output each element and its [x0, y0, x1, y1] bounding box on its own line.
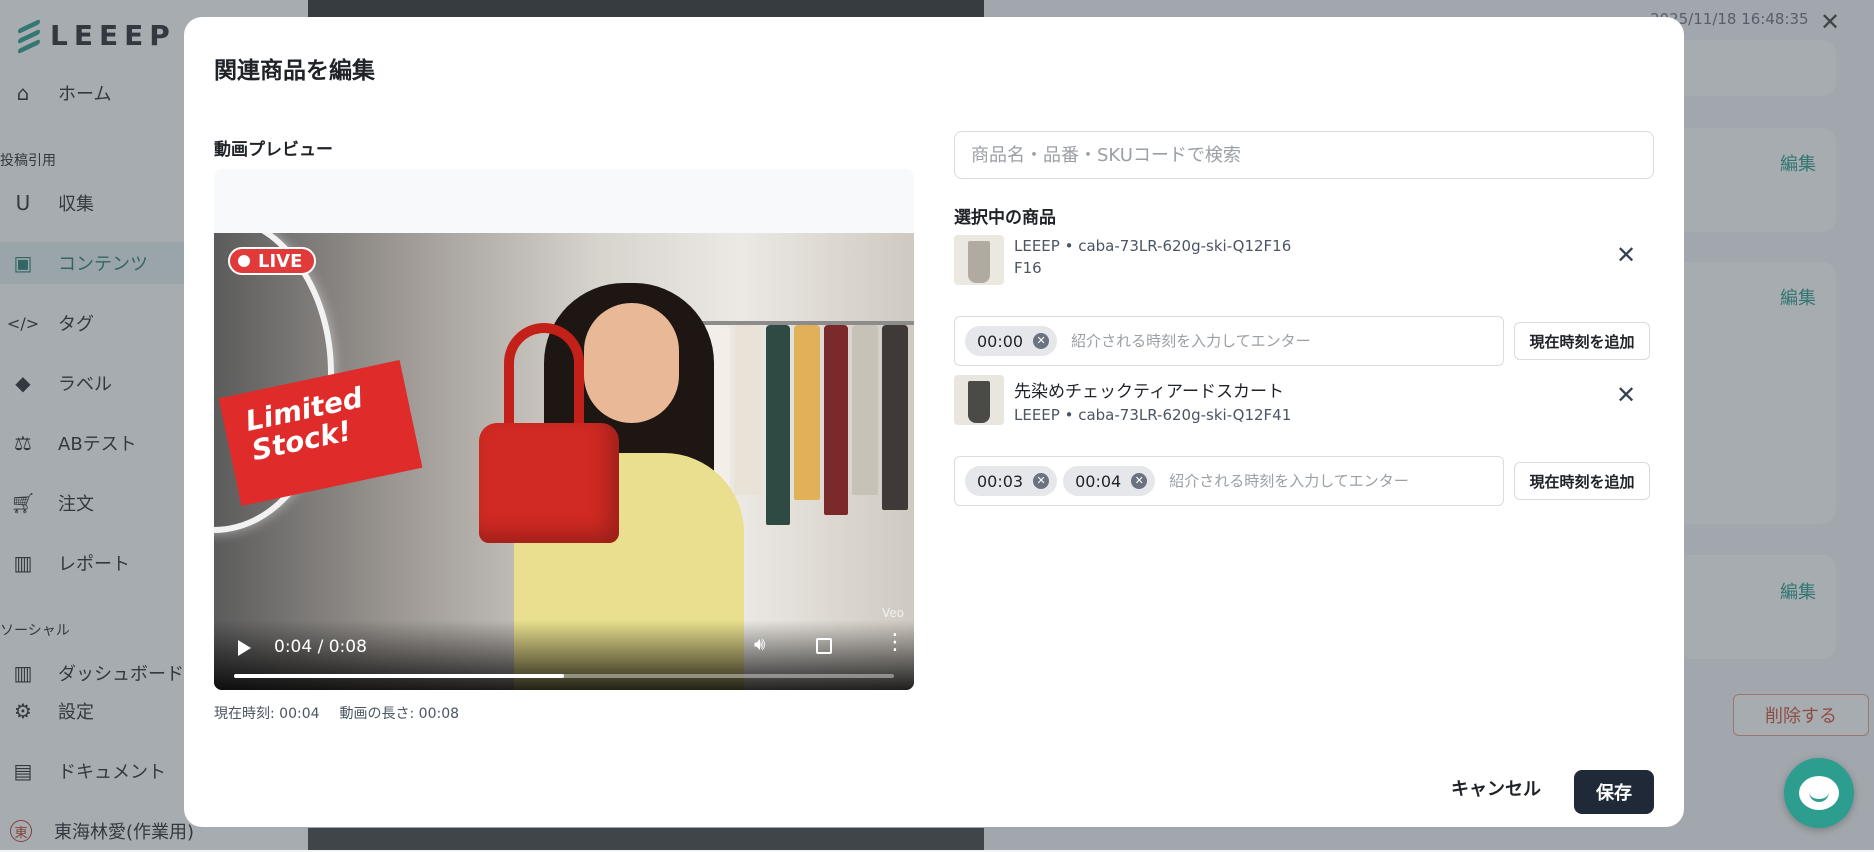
add-current-time-button[interactable]: 現在時刻を追加	[1514, 462, 1650, 500]
more-options-icon[interactable]: ⋮	[884, 632, 906, 654]
product-variant: F16	[1014, 259, 1291, 277]
chat-icon	[1799, 776, 1839, 810]
chat-button[interactable]	[1784, 758, 1854, 828]
product-thumbnail	[954, 235, 1004, 285]
cancel-button[interactable]: キャンセル	[1446, 766, 1546, 810]
player-time: 0:04 / 0:08	[274, 637, 367, 657]
live-label: LIVE	[258, 251, 302, 272]
remove-chip-close-icon[interactable]: ✕	[1033, 473, 1049, 489]
timestamp-input-box[interactable]: 00:00 ✕	[954, 316, 1504, 366]
timestamp-input-box[interactable]: 00:03 ✕ 00:04 ✕	[954, 456, 1504, 506]
video-preview: LIVE Limited Stock! Veo 0:04 / 0:08 🔊︎ ⋮	[214, 169, 914, 690]
timestamp-input[interactable]	[1071, 332, 1493, 350]
remove-product-close-icon[interactable]: ✕	[1616, 381, 1636, 409]
remove-chip-close-icon[interactable]: ✕	[1033, 333, 1049, 349]
watermark: Veo	[882, 606, 904, 620]
chip-label: 00:04	[1075, 472, 1121, 491]
fullscreen-icon[interactable]	[816, 638, 832, 654]
progress-bar[interactable]	[234, 674, 894, 678]
play-icon[interactable]	[238, 640, 251, 656]
duration-label: 動画の長さ: 00:08	[340, 703, 460, 723]
remove-product-close-icon[interactable]: ✕	[1616, 241, 1636, 269]
live-badge: LIVE	[228, 247, 316, 275]
selected-products-label: 選択中の商品	[954, 203, 1056, 228]
video-meta: 現在時刻: 00:04 動画の長さ: 00:08	[214, 703, 459, 723]
add-current-time-button[interactable]: 現在時刻を追加	[1514, 322, 1650, 360]
product-name: 先染めチェックティアードスカート	[1014, 377, 1291, 402]
timestamp-chip: 00:03 ✕	[965, 466, 1057, 496]
chip-label: 00:03	[977, 472, 1023, 491]
edit-related-products-modal: 関連商品を編集 動画プレビュー LIVE	[184, 17, 1684, 827]
video-preview-label: 動画プレビュー	[214, 135, 333, 160]
timestamp-chip: 00:04 ✕	[1063, 466, 1155, 496]
live-dot-icon	[238, 255, 250, 267]
product-thumbnail	[954, 375, 1004, 425]
progress-fill	[234, 674, 564, 678]
timestamp-chip: 00:00 ✕	[965, 326, 1057, 356]
save-button[interactable]: 保存	[1574, 770, 1654, 814]
volume-icon[interactable]: 🔊︎	[754, 634, 765, 655]
modal-title: 関連商品を編集	[214, 51, 375, 85]
product-sku: LEEEP • caba-73LR-620g-ski-Q12F16	[1014, 237, 1291, 255]
video-controls: 0:04 / 0:08 🔊︎ ⋮	[214, 620, 914, 690]
timestamp-input[interactable]	[1169, 472, 1493, 490]
chip-label: 00:00	[977, 332, 1023, 351]
product-search-input[interactable]	[954, 131, 1654, 179]
current-time-label: 現在時刻: 00:04	[214, 703, 320, 723]
product-info: LEEEP • caba-73LR-620g-ski-Q12F16 F16	[1014, 237, 1291, 277]
product-info: 先染めチェックティアードスカート LEEEP • caba-73LR-620g-…	[1014, 377, 1291, 424]
product-sku: LEEEP • caba-73LR-620g-ski-Q12F41	[1014, 406, 1291, 424]
video-player[interactable]: LIVE Limited Stock! Veo 0:04 / 0:08 🔊︎ ⋮	[214, 233, 914, 690]
remove-chip-close-icon[interactable]: ✕	[1131, 473, 1147, 489]
